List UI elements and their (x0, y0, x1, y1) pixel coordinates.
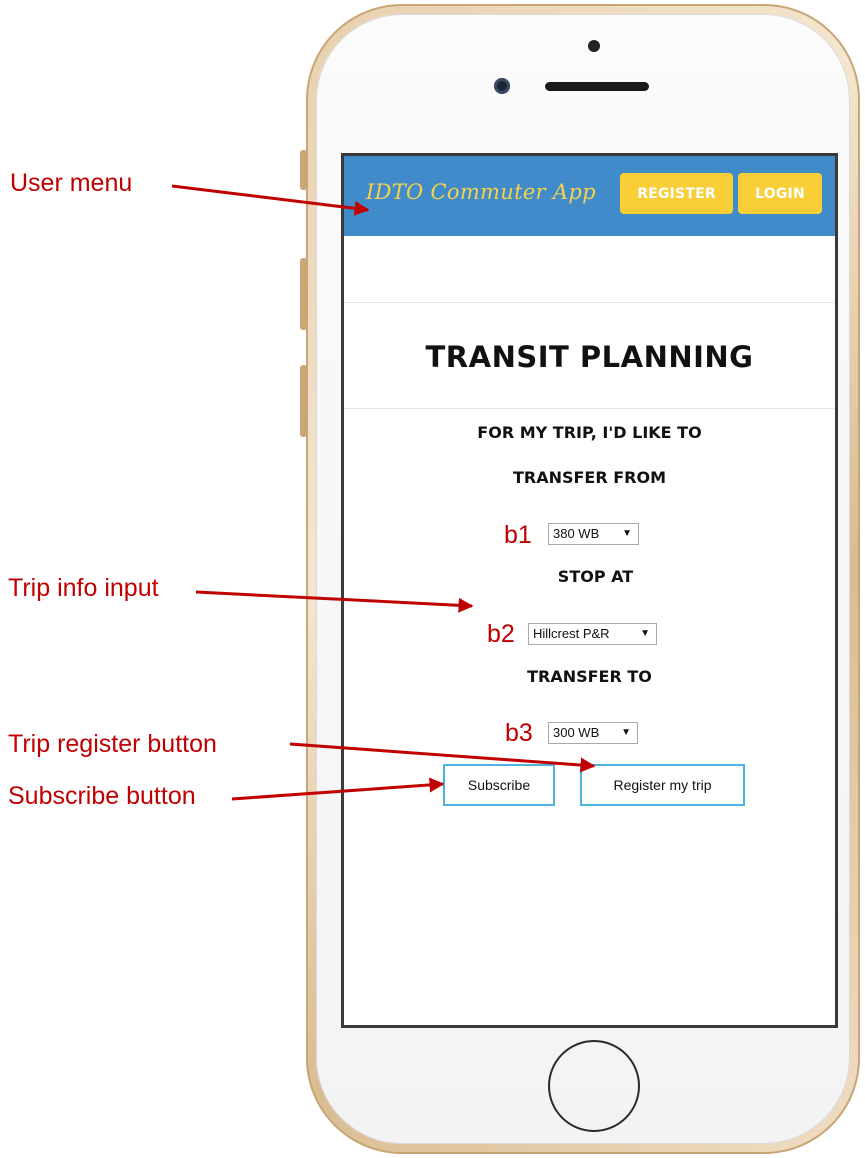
app-header: IDTO Commuter App REGISTER LOGIN (344, 156, 835, 236)
annotation-trip-register-button: Trip register button (8, 730, 217, 758)
login-button[interactable]: LOGIN (738, 173, 822, 214)
transfer-to-select[interactable]: 300 WB ▼ (548, 722, 638, 744)
annotation-user-menu: User menu (10, 169, 133, 197)
register-button[interactable]: REGISTER (620, 173, 733, 214)
trip-intro-label: FOR MY TRIP, I'D LIKE TO (477, 423, 702, 442)
divider-bottom (344, 408, 835, 409)
page-title: TRANSIT PLANNING (425, 340, 754, 374)
field-tag-b1: b1 (504, 521, 532, 549)
earpiece-speaker (545, 82, 649, 91)
transfer-to-label: TRANSFER TO (527, 667, 652, 686)
stop-at-label: STOP AT (557, 567, 634, 586)
home-button (548, 1040, 640, 1132)
field-tag-b3: b3 (505, 719, 533, 747)
chevron-down-icon: ▼ (621, 727, 631, 738)
transfer-from-select[interactable]: 380 WB ▼ (548, 523, 639, 545)
field-tag-b2: b2 (487, 620, 515, 648)
annotation-subscribe-button: Subscribe button (8, 782, 196, 810)
front-camera-icon (494, 78, 510, 94)
figure-canvas: IDTO Commuter App REGISTER LOGIN TRANSIT… (0, 0, 865, 1158)
divider-top (344, 302, 835, 303)
app-title[interactable]: IDTO Commuter App (366, 180, 596, 204)
phone-screen: IDTO Commuter App REGISTER LOGIN TRANSIT… (341, 153, 838, 1028)
stop-at-value: Hillcrest P&R (533, 626, 610, 641)
transfer-to-value: 300 WB (553, 725, 600, 740)
transfer-from-value: 380 WB (553, 526, 600, 541)
subscribe-button[interactable]: Subscribe (443, 764, 555, 806)
chevron-down-icon: ▼ (640, 628, 650, 639)
chevron-down-icon: ▼ (622, 528, 632, 539)
stop-at-select[interactable]: Hillcrest P&R ▼ (528, 623, 657, 645)
annotation-trip-info-input: Trip info input (8, 574, 159, 602)
register-trip-button[interactable]: Register my trip (580, 764, 745, 806)
transfer-from-label: TRANSFER FROM (512, 468, 667, 487)
proximity-sensor (588, 40, 600, 52)
